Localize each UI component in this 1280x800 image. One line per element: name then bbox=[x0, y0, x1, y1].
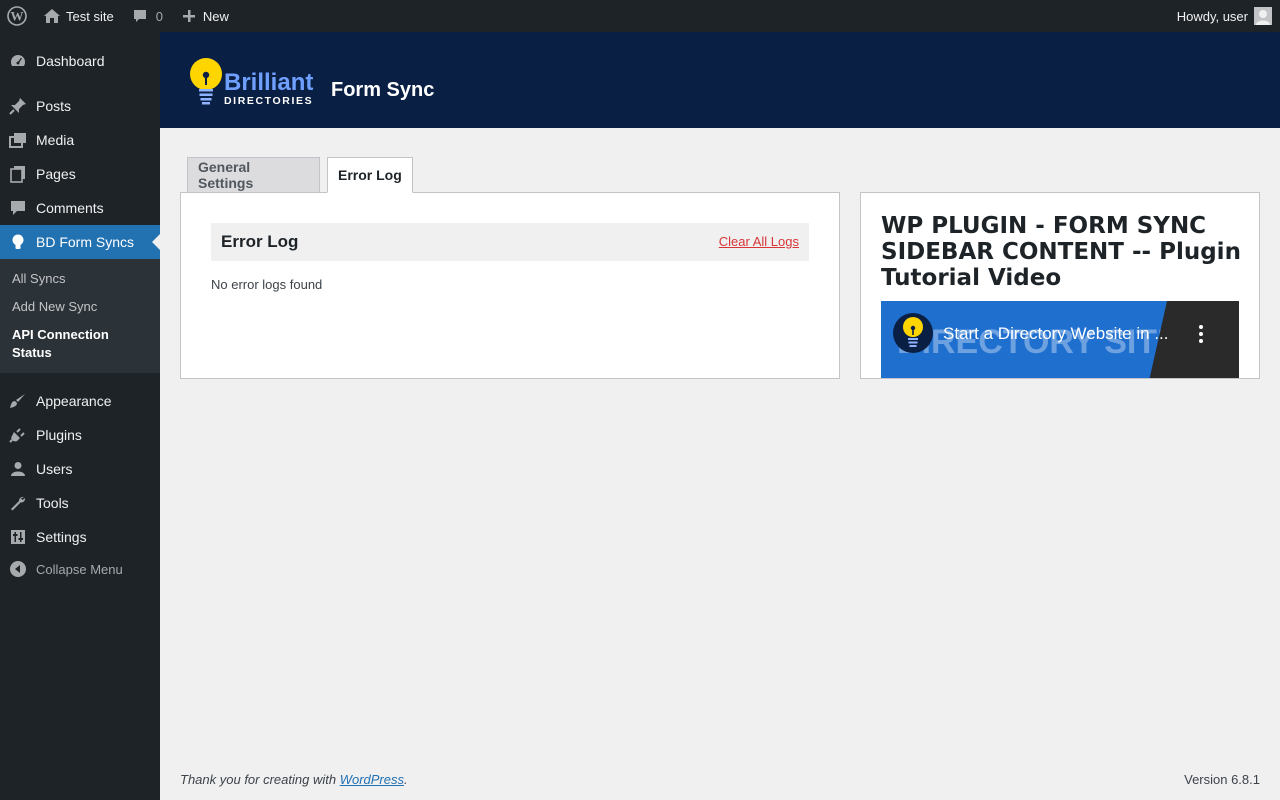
tab-general-settings[interactable]: General Settings bbox=[187, 157, 320, 193]
sliders-icon bbox=[0, 528, 36, 546]
sidebar-item-label: Pages bbox=[36, 166, 76, 182]
sidebar-item-label: Settings bbox=[36, 529, 87, 545]
plus-icon bbox=[179, 6, 199, 26]
active-menu-arrow bbox=[152, 234, 160, 250]
footer-thanks-suffix: . bbox=[404, 772, 408, 787]
submenu-api-connection-status[interactable]: API Connection Status bbox=[12, 326, 142, 362]
empty-state-message: No error logs found bbox=[211, 277, 323, 292]
channel-avatar[interactable] bbox=[893, 313, 933, 353]
footer-thanks-text: Thank you for creating with bbox=[180, 772, 340, 787]
comment-icon bbox=[0, 199, 36, 217]
sidebar-item-bd-form-syncs[interactable]: BD Form Syncs bbox=[0, 225, 160, 259]
media-icon bbox=[0, 131, 36, 149]
sidebar-content-card: WP PLUGIN - FORM SYNC SIDEBAR CONTENT --… bbox=[860, 192, 1260, 379]
clear-all-logs-link[interactable]: Clear All Logs bbox=[719, 234, 799, 249]
sidebar-item-label: Comments bbox=[36, 200, 104, 216]
svg-text:Brilliant: Brilliant bbox=[224, 69, 313, 96]
collapse-menu-button[interactable]: Collapse Menu bbox=[0, 552, 160, 586]
sidebar-item-appearance[interactable]: Appearance bbox=[0, 384, 160, 418]
submenu-all-syncs[interactable]: All Syncs bbox=[12, 270, 65, 288]
site-name-link[interactable]: Test site bbox=[34, 0, 122, 32]
dashboard-icon bbox=[0, 52, 36, 70]
bd-form-syncs-submenu: All Syncs Add New Sync API Connection St… bbox=[0, 259, 160, 373]
howdy-text: Howdy, user bbox=[1176, 8, 1248, 24]
comments-count: 0 bbox=[155, 8, 163, 24]
svg-text:DIRECTORIES: DIRECTORIES bbox=[224, 95, 313, 107]
account-menu[interactable]: Howdy, user bbox=[1169, 0, 1280, 32]
wordpress-logo-button[interactable]: W bbox=[0, 0, 34, 32]
admin-sidebar: Dashboard Posts Media Pages Comments BD … bbox=[0, 32, 160, 800]
sidebar-item-users[interactable]: Users bbox=[0, 452, 160, 486]
video-title[interactable]: Start a Directory Website in ... bbox=[943, 324, 1178, 344]
comment-icon bbox=[130, 6, 150, 26]
svg-text:W: W bbox=[11, 9, 24, 24]
user-icon bbox=[0, 460, 36, 478]
error-log-card: Error Log Clear All Logs No error logs f… bbox=[180, 192, 840, 379]
sidebar-item-label: Media bbox=[36, 132, 75, 148]
pin-icon bbox=[0, 97, 36, 115]
sidebar-item-posts[interactable]: Posts bbox=[0, 89, 160, 123]
wordpress-icon: W bbox=[7, 6, 27, 26]
sidebar-item-plugins[interactable]: Plugins bbox=[0, 418, 160, 452]
wordpress-version: Version 6.8.1 bbox=[1184, 772, 1260, 787]
tutorial-video-embed[interactable]: DIRECTORY SITE SETUP IN Start a Director… bbox=[881, 301, 1239, 378]
sidebar-item-label: Appearance bbox=[36, 393, 112, 409]
sidebar-item-label: Posts bbox=[36, 98, 72, 114]
collapse-menu-label: Collapse Menu bbox=[36, 561, 123, 577]
home-icon bbox=[42, 6, 62, 26]
plugin-icon bbox=[0, 426, 36, 444]
admin-bar: W Test site 0 New Howdy, user bbox=[0, 0, 1280, 32]
video-more-options-icon[interactable] bbox=[1199, 325, 1203, 346]
sidebar-item-label: Users bbox=[36, 461, 73, 477]
submenu-add-new-sync[interactable]: Add New Sync bbox=[12, 298, 97, 316]
sidebar-item-pages[interactable]: Pages bbox=[0, 157, 160, 191]
sidebar-item-comments[interactable]: Comments bbox=[0, 191, 160, 225]
sidebar-item-label: Tools bbox=[36, 495, 69, 511]
sidebar-item-label: BD Form Syncs bbox=[36, 234, 135, 250]
error-log-title: Error Log bbox=[221, 232, 299, 251]
collapse-icon bbox=[0, 560, 36, 578]
new-content-button[interactable]: New bbox=[171, 0, 237, 32]
sidebar-item-label: Plugins bbox=[36, 427, 82, 443]
comments-link[interactable]: 0 bbox=[122, 0, 171, 32]
plugin-title: Form Sync bbox=[331, 79, 435, 101]
brush-icon bbox=[0, 392, 36, 410]
footer-thanks: Thank you for creating with WordPress. bbox=[180, 772, 408, 787]
sidebar-item-settings[interactable]: Settings bbox=[0, 520, 160, 554]
sidebar-item-dashboard[interactable]: Dashboard bbox=[0, 44, 160, 78]
wordpress-link[interactable]: WordPress bbox=[340, 772, 404, 787]
sidebar-item-media[interactable]: Media bbox=[0, 123, 160, 157]
wrench-icon bbox=[0, 494, 36, 512]
lightbulb-icon bbox=[903, 317, 923, 347]
new-label: New bbox=[202, 8, 229, 24]
sidebar-item-tools[interactable]: Tools bbox=[0, 486, 160, 520]
avatar bbox=[1254, 7, 1272, 25]
sidebar-item-label: Dashboard bbox=[36, 53, 105, 69]
pages-icon bbox=[0, 165, 36, 183]
tab-error-log[interactable]: Error Log bbox=[327, 157, 413, 193]
error-log-header: Error Log Clear All Logs bbox=[211, 223, 809, 261]
brilliant-directories-logo: Brilliant DIRECTORIES bbox=[190, 58, 313, 107]
lightbulb-icon bbox=[0, 233, 36, 251]
plugin-header-banner: Brilliant DIRECTORIES Form Sync bbox=[160, 32, 1280, 128]
site-name: Test site bbox=[66, 8, 114, 24]
sidebar-content-title: WP PLUGIN - FORM SYNC SIDEBAR CONTENT --… bbox=[881, 213, 1241, 291]
